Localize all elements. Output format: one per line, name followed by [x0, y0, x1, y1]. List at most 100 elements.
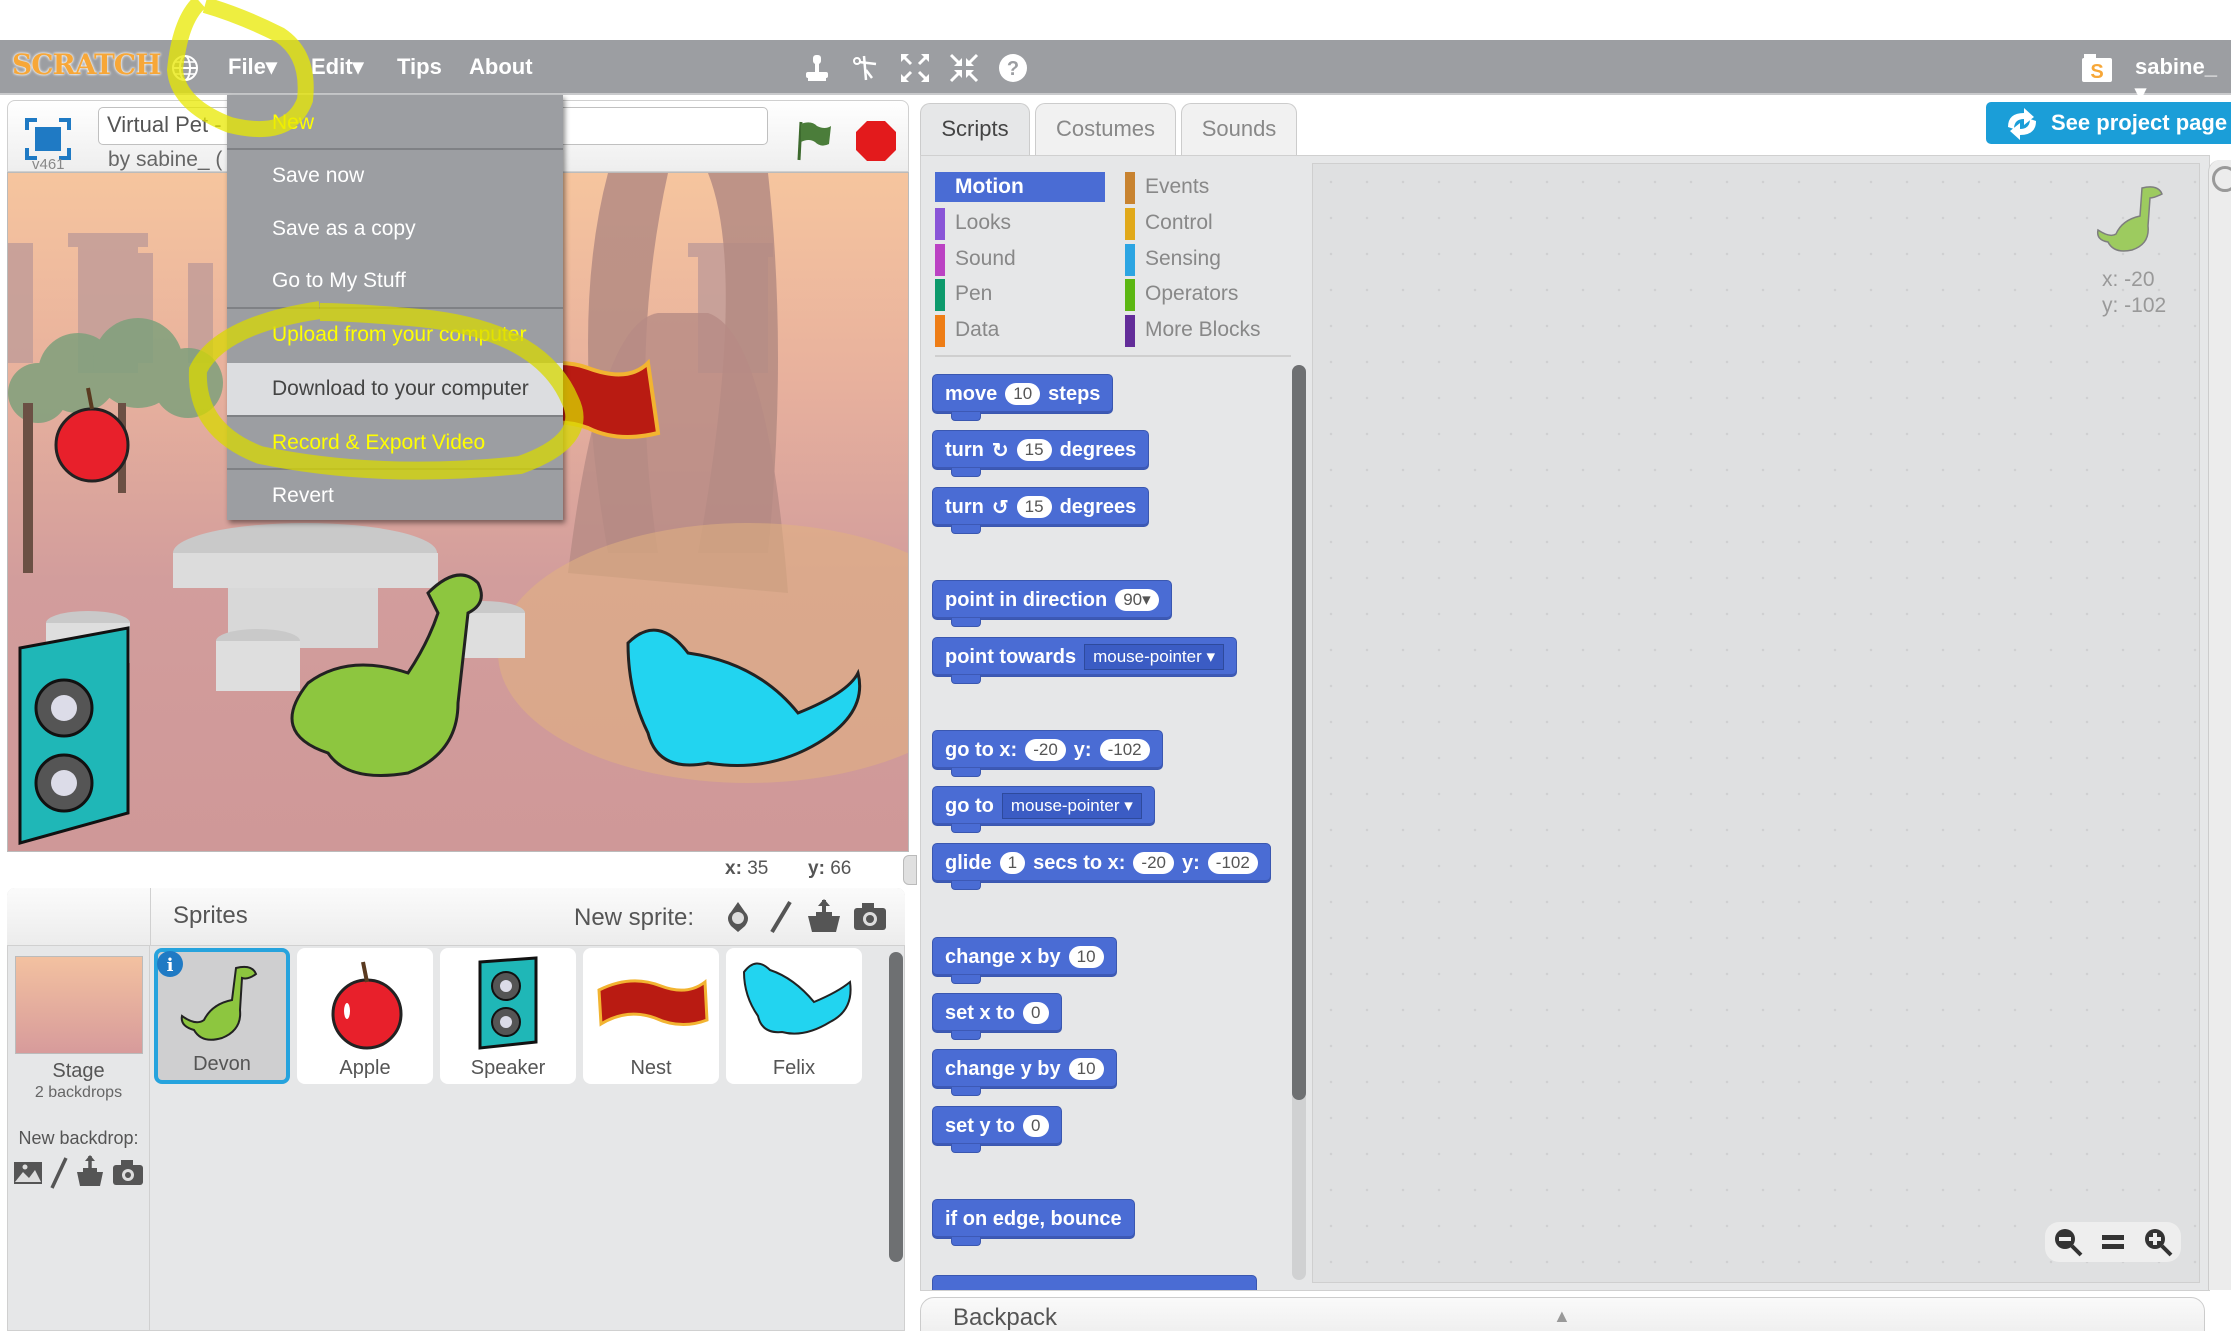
block-set-x[interactable]: set x to 0 [932, 993, 1062, 1040]
block-partial-hidden[interactable] [932, 1275, 1257, 1290]
category-sensing[interactable]: Sensing [1125, 244, 1221, 276]
globe-language-icon[interactable] [170, 53, 200, 83]
tab-scripts[interactable]: Scripts [920, 103, 1030, 159]
block-palette: move 10 steps turn ↻ 15 degrees turn ↺ 15 degree… [920, 360, 1300, 1290]
category-operators[interactable]: Operators [1125, 279, 1238, 311]
backpack-panel[interactable]: Backpack ▲ [920, 1297, 2205, 1331]
category-events[interactable]: Events [1125, 172, 1209, 204]
sprite-tile-apple[interactable]: Apple [297, 948, 433, 1084]
mouse-y-label: y: 66 [808, 858, 852, 879]
zoom-out-icon[interactable] [2053, 1227, 2083, 1257]
help-panel-icon[interactable] [2212, 166, 2231, 192]
category-control[interactable]: Control [1125, 208, 1213, 240]
sprite-list-scrollbar[interactable] [889, 952, 903, 1262]
my-stuff-folder-icon[interactable]: S [2080, 50, 2114, 84]
collapse-stage-handle[interactable] [903, 855, 917, 885]
category-pen[interactable]: Pen [935, 279, 992, 311]
tab-sounds[interactable]: Sounds [1181, 103, 1297, 155]
block-set-y[interactable]: set y to 0 [932, 1106, 1062, 1153]
stage-column-header [7, 888, 150, 946]
scratch-logo[interactable]: SCRATCH [12, 48, 162, 81]
block-glide[interactable]: glide 1 secs to x: -20 y: -102 [932, 843, 1271, 890]
stage-label: Stage [52, 1060, 105, 1082]
menu-item-revert[interactable]: Revert [227, 470, 563, 522]
menu-about[interactable]: About [469, 54, 533, 80]
menu-item-record-video[interactable]: Record & Export Video [227, 417, 563, 469]
category-divider [935, 355, 1291, 357]
choose-sprite-from-library-icon[interactable] [721, 900, 755, 934]
menu-edit[interactable]: Edit▾ [311, 54, 364, 80]
category-data[interactable]: Data [935, 315, 999, 347]
menu-item-download[interactable]: Download to your computer [227, 363, 563, 415]
paint-new-sprite-icon[interactable] [766, 900, 796, 934]
tab-costumes[interactable]: Costumes [1035, 103, 1176, 155]
sprites-header: Sprites New sprite: [150, 888, 905, 946]
upload-sprite-icon[interactable] [806, 898, 842, 934]
sprite-tile-speaker[interactable]: Speaker [440, 948, 576, 1084]
stage-column: Stage 2 backdrops New backdrop: [7, 946, 150, 1331]
stop-sign-icon[interactable] [855, 120, 897, 162]
zoom-in-icon[interactable] [2143, 1227, 2173, 1257]
shrink-icon[interactable] [948, 52, 980, 84]
green-flag-icon[interactable] [795, 118, 835, 162]
block-change-y[interactable]: change y by 10 [932, 1049, 1117, 1096]
see-project-page-button[interactable]: See project page [1986, 102, 2231, 144]
paint-backdrop-icon[interactable] [49, 1156, 69, 1190]
file-menu-dropdown: New Save now Save as a copy Go to My Stu… [227, 95, 563, 520]
menu-item-upload[interactable]: Upload from your computer [227, 309, 563, 361]
refresh-arrows-icon [2008, 108, 2036, 140]
upload-backdrop-icon[interactable] [75, 1154, 105, 1188]
devon-thumbnail [180, 965, 258, 1041]
category-looks[interactable]: Looks [935, 208, 1011, 240]
new-sprite-from-camera-icon[interactable] [852, 900, 888, 932]
presentation-mode-icon[interactable] [25, 118, 71, 160]
help-icon[interactable]: ? [997, 52, 1029, 84]
menu-item-new[interactable]: New [227, 97, 563, 149]
backpack-expand-icon[interactable]: ▲ [1553, 1306, 1571, 1327]
stage-thumbnail[interactable] [15, 956, 143, 1054]
sprite-tile-felix[interactable]: Felix [726, 948, 862, 1084]
grow-icon[interactable] [899, 52, 931, 84]
menu-item-save-now[interactable]: Save now [227, 150, 563, 202]
zoom-reset-icon[interactable] [2100, 1232, 2126, 1252]
block-turn-right[interactable]: turn ↻ 15 degrees [932, 430, 1150, 477]
category-sound[interactable]: Sound [935, 244, 1016, 276]
sprite-name: Felix [772, 1057, 816, 1079]
top-menu-bar: SCRATCH File▾ Edit▾ Tips About ? S sabin… [0, 40, 2231, 105]
menu-file[interactable]: File▾ [228, 54, 277, 80]
block-go-to[interactable]: go to mouse-pointer ▾ [932, 786, 1155, 833]
delete-scissors-icon[interactable] [850, 52, 882, 84]
new-backdrop-label: New backdrop: [18, 1128, 139, 1148]
rotate-clockwise-icon: ↻ [991, 439, 1009, 462]
block-point-in-direction[interactable]: point in direction 90▾ [932, 580, 1172, 627]
project-author: by sabine_ ( [108, 148, 223, 171]
block-point-towards[interactable]: point towards mouse-pointer ▾ [932, 637, 1238, 684]
zoom-controls [2045, 1222, 2181, 1262]
script-area[interactable] [1312, 163, 2200, 1283]
block-go-to-xy[interactable]: go to x: -20 y: -102 [932, 730, 1163, 777]
block-change-x[interactable]: change x by 10 [932, 937, 1117, 984]
stage-backdrop-count: 2 backdrops [34, 1084, 123, 1101]
sprite-name: Devon [193, 1053, 251, 1075]
menu-item-go-to-my-stuff[interactable]: Go to My Stuff [227, 255, 563, 307]
duplicate-stamp-icon[interactable] [801, 52, 833, 84]
svg-text:S: S [2090, 61, 2103, 83]
menu-tips[interactable]: Tips [397, 54, 442, 80]
backdrop-from-camera-icon[interactable] [112, 1158, 144, 1186]
block-if-on-edge-bounce[interactable]: if on edge, bounce [932, 1199, 1135, 1246]
user-menu[interactable]: sabine_ ▾ [2135, 54, 2231, 106]
category-more-blocks[interactable]: More Blocks [1125, 315, 1261, 347]
category-motion[interactable]: Motion [935, 172, 1105, 202]
block-move-steps[interactable]: move 10 steps [932, 374, 1114, 421]
help-panel-edge[interactable] [2208, 160, 2231, 1290]
sprite-name: Apple [339, 1057, 391, 1079]
backdrop-library-icon[interactable] [13, 1160, 43, 1186]
sprite-y-readout: y: -102 [2102, 294, 2167, 317]
palette-scrollbar-thumb[interactable] [1292, 365, 1306, 1100]
sprite-tile-devon[interactable]: i Devon [154, 948, 290, 1084]
sprite-tile-nest[interactable]: Nest [583, 948, 719, 1084]
menu-item-save-as-copy[interactable]: Save as a copy [227, 203, 563, 255]
sprites-title: Sprites [173, 902, 248, 929]
backpack-label: Backpack [953, 1304, 1058, 1331]
block-turn-left[interactable]: turn ↺ 15 degrees [932, 487, 1150, 534]
